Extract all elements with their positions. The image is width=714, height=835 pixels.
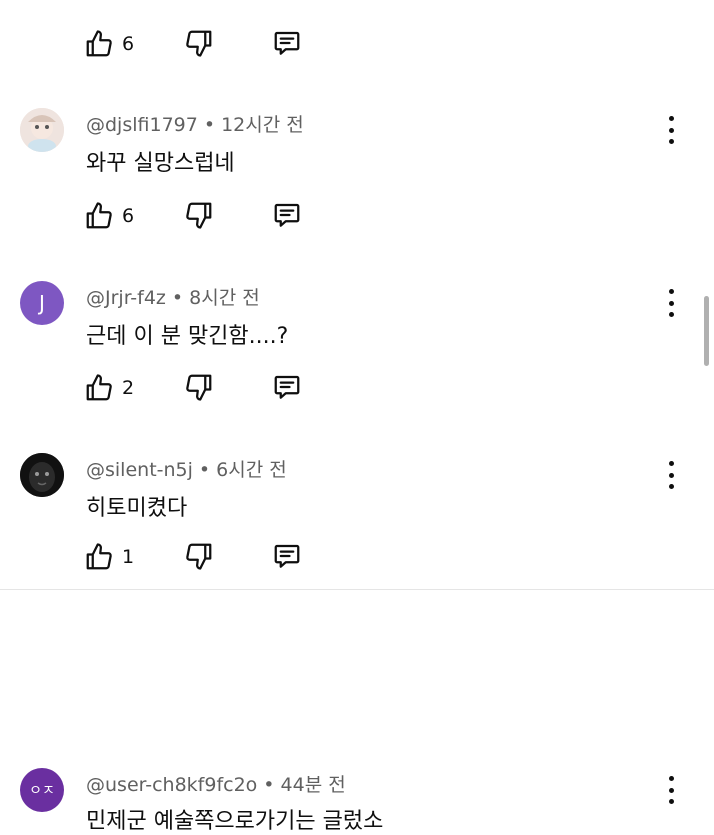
like-button[interactable]: 6: [84, 201, 134, 231]
thumbs-up-icon: [86, 30, 112, 57]
comment-icon: [274, 544, 300, 568]
thumbs-down-icon: [186, 543, 212, 570]
comment-text: 민제군 예술쪽으로가기는 글렀소: [86, 809, 384, 834]
comment-actions: 1: [84, 541, 300, 573]
like-count: 2: [122, 377, 135, 399]
comment-meta: @user-ch8kf9fc2o • 44분 전: [86, 774, 346, 796]
comment-time: 6시간 전: [216, 459, 287, 481]
avatar-initial: ㅇㅈ: [29, 783, 55, 799]
comment-meta: @Jrjr-f4z • 8시간 전: [86, 287, 260, 309]
comment-actions: 2: [84, 372, 300, 404]
thumbs-down-icon: [186, 202, 212, 229]
comment-author[interactable]: @silent-n5j: [86, 459, 193, 481]
reply-button[interactable]: [272, 541, 302, 571]
comment-meta: @djslfi1797 • 12시간 전: [86, 114, 304, 136]
thumbs-up-icon: [86, 202, 112, 229]
like-button[interactable]: 1: [84, 542, 134, 572]
like-count: 1: [122, 546, 135, 568]
comment-time: 44분 전: [280, 774, 346, 796]
more-options-button[interactable]: [658, 461, 684, 489]
more-options-button[interactable]: [658, 776, 684, 804]
comment-meta: @silent-n5j • 6시간 전: [86, 459, 287, 481]
comment-icon: [274, 31, 300, 55]
section-divider: [0, 589, 714, 590]
avatar[interactable]: [20, 453, 64, 497]
thumbs-down-icon: [186, 374, 212, 401]
dislike-button[interactable]: [184, 541, 214, 571]
dislike-button[interactable]: [184, 28, 214, 58]
like-button[interactable]: 2: [84, 373, 134, 403]
comment-icon: [274, 375, 300, 399]
avatar-initial: J: [39, 291, 45, 315]
like-count: 6: [122, 205, 135, 227]
like-button[interactable]: 6: [84, 29, 134, 59]
thumbs-down-icon: [186, 30, 212, 57]
comment-author[interactable]: @djslfi1797: [86, 114, 198, 136]
comment-actions-top: 6: [84, 28, 300, 60]
more-options-button[interactable]: [658, 116, 684, 144]
reply-button[interactable]: [272, 372, 302, 402]
dislike-button[interactable]: [184, 200, 214, 230]
dislike-button[interactable]: [184, 372, 214, 402]
comment-actions: 6: [84, 200, 300, 232]
comment-author[interactable]: @Jrjr-f4z: [86, 287, 166, 309]
comment-icon: [274, 203, 300, 227]
comment-text: 히토미켰다: [86, 496, 188, 521]
avatar[interactable]: J: [20, 281, 64, 325]
thumbs-up-icon: [86, 374, 112, 401]
more-options-button[interactable]: [658, 289, 684, 317]
avatar-image: [20, 108, 64, 152]
avatar[interactable]: ㅇㅈ: [20, 768, 64, 812]
like-count: 6: [122, 33, 135, 55]
comment-text: 와꾸 실망스럽네: [86, 151, 235, 176]
comment-text: 근데 이 분 맞긴함....?: [86, 324, 289, 349]
thumbs-up-icon: [86, 543, 112, 570]
comment-time: 8시간 전: [189, 287, 260, 309]
reply-button[interactable]: [272, 28, 302, 58]
avatar[interactable]: [20, 108, 64, 152]
comment-time: 12시간 전: [221, 114, 304, 136]
comment-author[interactable]: @user-ch8kf9fc2o: [86, 774, 257, 796]
scrollbar[interactable]: [704, 296, 709, 366]
reply-button[interactable]: [272, 200, 302, 230]
avatar-image: [20, 453, 64, 497]
